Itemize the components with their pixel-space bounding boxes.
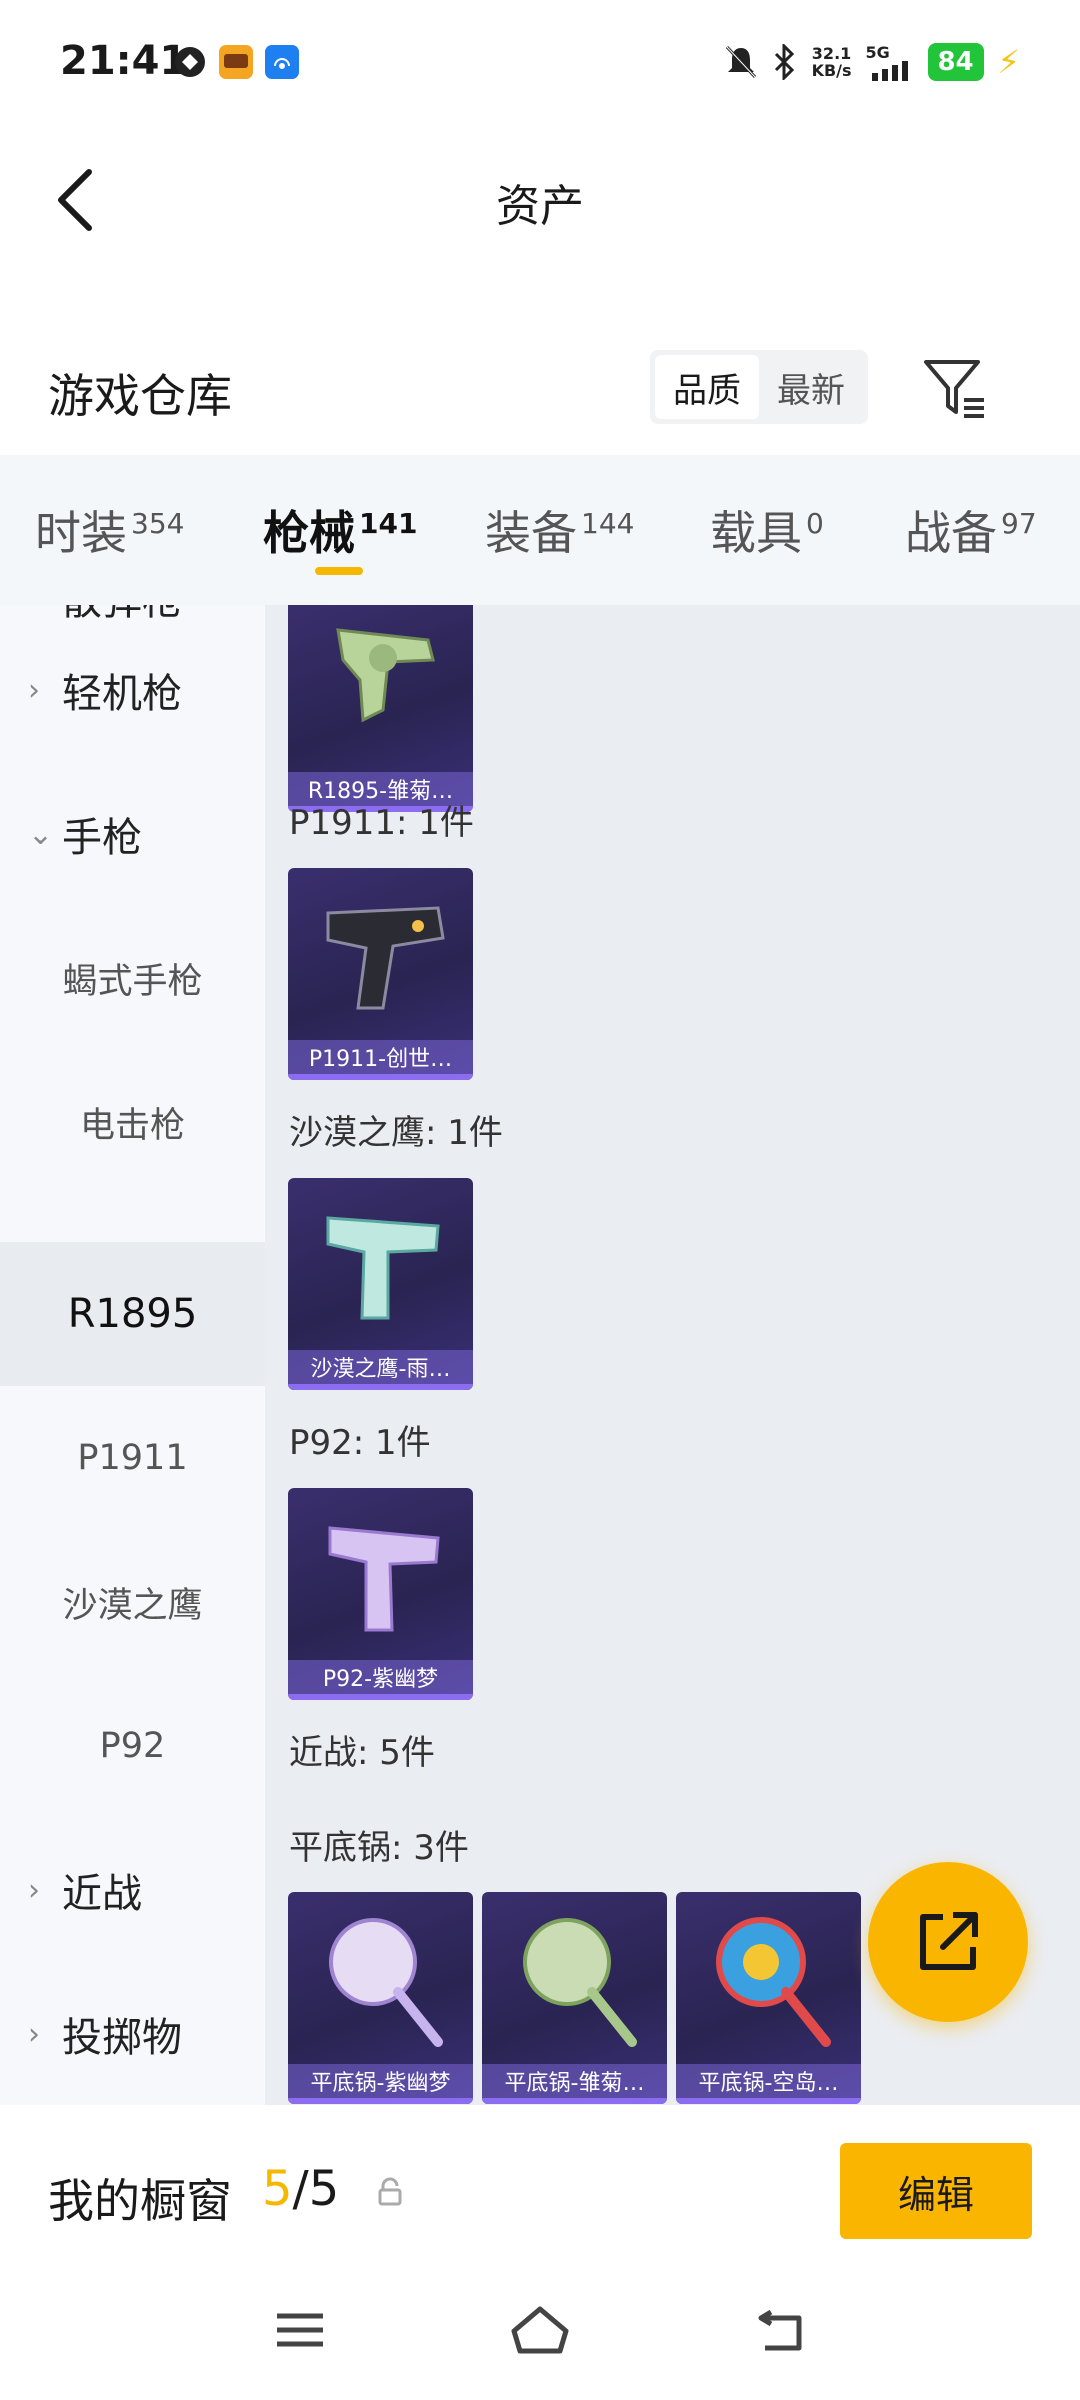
sidebar-item-desert-eagle[interactable]: 沙漠之鹰 xyxy=(0,1530,265,1674)
item-card[interactable]: 平底锅-雏菊… xyxy=(482,1892,667,2104)
page-title: 资产 xyxy=(496,181,584,232)
status-right: 32.1 KB/s 5G 84 ⚡ xyxy=(724,40,1020,84)
p92-image xyxy=(328,1526,440,1632)
sort-toggle: 品质 最新 xyxy=(650,350,868,424)
broadcast-notification-icon xyxy=(265,45,299,79)
status-time: 21:41 xyxy=(60,38,188,84)
tab-equipment[interactable]: 装备 144 xyxy=(485,497,634,563)
revolver-image xyxy=(336,628,435,723)
status-bar: 21:41 32.1 KB/s 5G 84 ⚡ xyxy=(0,0,1080,130)
home-icon xyxy=(511,2306,569,2354)
share-export-icon xyxy=(920,1912,978,1970)
lock-icon xyxy=(378,2177,402,2206)
rarity-bar xyxy=(288,2098,473,2104)
chevron-right-icon: › xyxy=(28,1872,40,1908)
chevron-down-icon: ⌄ xyxy=(28,816,54,852)
item-card[interactable]: R1895-雏菊… xyxy=(288,605,473,812)
sidebar-item-r1895[interactable]: R1895 xyxy=(0,1242,265,1386)
sort-newest-option[interactable]: 最新 xyxy=(759,355,863,419)
frying-pan-image xyxy=(716,1917,831,2047)
game-notification-icon xyxy=(219,45,253,79)
chevron-right-icon: › xyxy=(28,672,40,708)
active-tab-indicator xyxy=(315,567,363,575)
tab-combat-supplies[interactable]: 战备 97 xyxy=(905,497,1037,563)
chevron-right-icon: › xyxy=(28,605,58,615)
section-label: 沙漠之鹰: 1件 xyxy=(289,1113,503,1153)
showcase-title: 我的橱窗 xyxy=(48,2174,232,2228)
tab-firearms[interactable]: 枪械 141 xyxy=(263,497,417,563)
weapon-type-sidebar: › 散弹枪 › 轻机枪 ⌄ 手枪 蝎式手枪 电击枪 R1895 P1911 沙漠… xyxy=(0,605,265,2105)
category-tabs: 时装 354 枪械 141 装备 144 载具 0 战备 97 xyxy=(0,455,1080,605)
sidebar-item-p92[interactable]: P92 xyxy=(0,1674,265,1818)
share-fab-button[interactable] xyxy=(868,1862,1028,2022)
sidebar-item-taser[interactable]: 电击枪 xyxy=(0,1050,265,1194)
sidebar-item-melee[interactable]: › 近战 xyxy=(0,1818,265,1962)
rarity-bar xyxy=(288,1074,473,1080)
signal-group: 5G xyxy=(866,44,914,81)
item-card[interactable]: 平底锅-紫幽梦 xyxy=(288,1892,473,2104)
home-nav-button[interactable] xyxy=(500,2295,580,2365)
signal-icon xyxy=(871,60,908,81)
item-card[interactable]: 平底锅-空岛… xyxy=(676,1892,861,2104)
sort-quality-option[interactable]: 品质 xyxy=(655,355,759,419)
sidebar-item-lmg[interactable]: › 轻机枪 xyxy=(0,618,265,762)
chevron-right-icon: › xyxy=(28,2016,40,2052)
back-nav-button[interactable] xyxy=(740,2295,820,2365)
rarity-bar xyxy=(288,1694,473,1700)
rarity-bar xyxy=(482,2098,667,2104)
edit-button[interactable]: 编辑 xyxy=(840,2143,1032,2239)
tab-fashion[interactable]: 时装 354 xyxy=(35,497,184,563)
section-label: P1911: 1件 xyxy=(289,803,474,843)
pistol-image xyxy=(326,906,445,1010)
charging-icon: ⚡ xyxy=(997,43,1020,81)
battery-indicator: 84 xyxy=(927,43,984,81)
net-speed: 32.1 KB/s xyxy=(811,44,852,80)
rarity-bar xyxy=(676,2098,861,2104)
bluetooth-icon xyxy=(774,44,794,80)
page-header: 资产 xyxy=(0,130,1080,270)
frying-pan-image xyxy=(523,1918,637,2047)
sidebar-item-skorpion[interactable]: 蝎式手枪 xyxy=(0,906,265,1050)
app-notification-icon xyxy=(175,47,205,77)
section-label: 近战: 5件 xyxy=(289,1733,435,1773)
warehouse-header: 游戏仓库 品质 最新 xyxy=(0,330,1080,450)
frying-pan-image xyxy=(329,1918,443,2047)
desert-eagle-image xyxy=(326,1216,440,1320)
item-card[interactable]: P1911-创世… xyxy=(288,868,473,1080)
item-card[interactable]: 沙漠之鹰-雨… xyxy=(288,1178,473,1390)
section-label: 平底锅: 3件 xyxy=(289,1828,469,1868)
notifications-muted-icon xyxy=(725,45,756,79)
network-type: 5G xyxy=(865,42,890,62)
menu-nav-button[interactable] xyxy=(260,2295,340,2365)
section-label: P92: 1件 xyxy=(289,1423,431,1463)
sidebar-item-pistol[interactable]: ⌄ 手枪 xyxy=(0,762,265,906)
item-card[interactable]: P92-紫幽梦 xyxy=(288,1488,473,1700)
tab-vehicles[interactable]: 载具 0 xyxy=(710,497,824,563)
sidebar-item-throwables[interactable]: › 投掷物 xyxy=(0,1962,265,2105)
rarity-bar xyxy=(288,1384,473,1390)
sidebar-item-p1911[interactable]: P1911 xyxy=(0,1386,265,1530)
filter-icon[interactable] xyxy=(920,354,990,424)
menu-icon xyxy=(277,2313,323,2347)
back-icon xyxy=(758,2309,802,2351)
showcase-count: 5/5 xyxy=(262,2161,340,2217)
warehouse-title: 游戏仓库 xyxy=(48,369,232,423)
